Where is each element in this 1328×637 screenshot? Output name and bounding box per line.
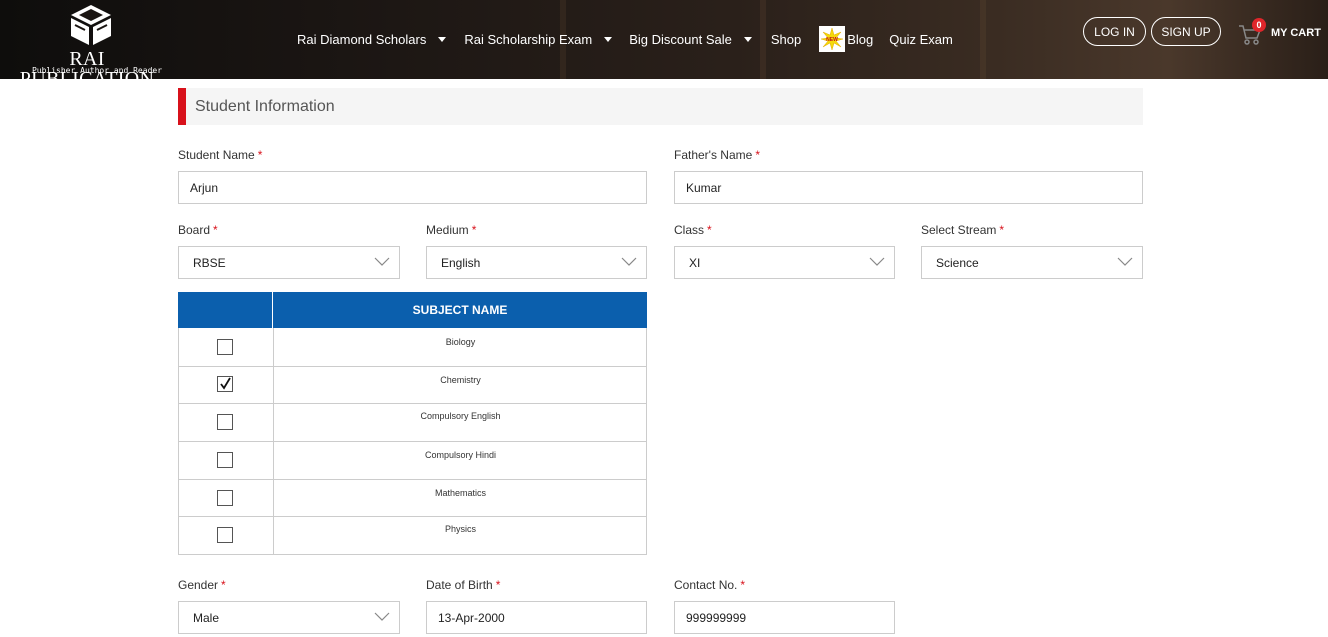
class-select-value: XI [689, 256, 701, 270]
section-accent-bar [178, 88, 186, 125]
nav-item-big-discount-sale[interactable]: Big Discount Sale [629, 32, 752, 47]
subject-name-column-header: SUBJECT NAME [412, 303, 508, 317]
board-select[interactable]: RBSE [178, 246, 400, 279]
cell-divider [273, 480, 274, 516]
section-header: Student Information [178, 88, 1143, 125]
chevron-down-icon [374, 257, 390, 266]
cell-divider [273, 442, 274, 479]
caret-down-icon [743, 36, 752, 42]
login-button[interactable]: LOG IN [1083, 17, 1146, 46]
site-header: RAI PUBLICATION Publisher Author and Rea… [0, 0, 1328, 79]
board-label: Board * [178, 223, 218, 237]
chevron-down-icon [869, 257, 885, 266]
subject-name: Compulsory Hindi [424, 450, 497, 460]
nav-item-rai-scholarship-exam[interactable]: Rai Scholarship Exam [464, 31, 613, 47]
subject-name: Biology [445, 337, 476, 347]
nav-label: Big Discount Sale [629, 31, 732, 47]
subject-checkbox-compulsory-english[interactable] [217, 414, 233, 430]
father-name-input[interactable] [674, 171, 1143, 204]
cube-logo-icon [71, 5, 111, 45]
new-starburst-icon: NEW [819, 26, 846, 52]
subject-row-compulsory-hindi: Compulsory Hindi [178, 442, 647, 480]
nav-label: Quiz Exam [889, 31, 953, 47]
cart-count-badge: 0 [1252, 18, 1266, 32]
subject-checkbox-mathematics[interactable] [217, 490, 233, 506]
nav-label: Rai Scholarship Exam [464, 31, 593, 47]
chevron-down-icon [1117, 257, 1133, 266]
subject-row-physics: Physics [178, 517, 647, 555]
class-label: Class * [674, 223, 712, 237]
student-name-input[interactable] [178, 171, 647, 204]
caret-down-icon [604, 36, 613, 42]
main-nav: Rai Diamond Scholars Rai Scholarship Exa… [297, 26, 953, 52]
subject-row-compulsory-english: Compulsory English [178, 404, 647, 442]
subject-row-mathematics: Mathematics [178, 480, 647, 517]
dob-label: Date of Birth * [426, 578, 501, 592]
contact-label: Contact No. * [674, 578, 746, 592]
cell-divider [273, 367, 274, 403]
logo-subtitle: Publisher Author and Reader [31, 66, 163, 75]
father-name-label: Father's Name * [674, 148, 760, 162]
subject-row-biology: Biology [178, 328, 647, 367]
subject-checkbox-compulsory-hindi[interactable] [217, 452, 233, 468]
site-logo[interactable]: RAI PUBLICATION Publisher Author and Rea… [3, 3, 171, 79]
subject-checkbox-chemistry[interactable] [217, 376, 233, 392]
nav-label: Shop [770, 31, 802, 47]
chevron-down-icon [374, 612, 390, 621]
dob-input[interactable] [426, 601, 647, 634]
background-decoration [980, 0, 986, 79]
class-select[interactable]: XI [674, 246, 895, 279]
checkmark-icon [220, 377, 231, 390]
medium-label: Medium * [426, 223, 477, 237]
svg-text:NEW: NEW [826, 37, 838, 43]
subject-row-chemistry: Chemistry [178, 367, 647, 404]
cell-divider [273, 328, 274, 366]
subject-table-header: SUBJECT NAME [178, 292, 647, 328]
subject-checkbox-physics[interactable] [217, 527, 233, 543]
gender-select[interactable]: Male [178, 601, 400, 634]
subject-checkbox-biology[interactable] [217, 339, 233, 355]
caret-down-icon [438, 36, 447, 42]
stream-label: Select Stream * [921, 223, 1005, 237]
chevron-down-icon [621, 257, 637, 266]
cart-label: MY CART [1271, 27, 1321, 39]
subject-name: Physics [444, 524, 476, 534]
nav-item-shop[interactable]: Shop [771, 32, 801, 47]
student-name-label: Student Name * [178, 148, 263, 162]
nav-item-rai-diamond-scholars[interactable]: Rai Diamond Scholars [297, 31, 447, 47]
subject-name: Chemistry [440, 375, 481, 385]
gender-label: Gender * [178, 578, 226, 592]
nav-label: Rai Diamond Scholars [297, 31, 427, 47]
nav-item-quiz-exam[interactable]: Quiz Exam [889, 32, 953, 47]
stream-select[interactable]: Science [921, 246, 1143, 279]
section-title: Student Information [195, 97, 335, 115]
medium-select-value: English [441, 256, 481, 270]
board-select-value: RBSE [193, 256, 226, 270]
cell-divider [273, 404, 274, 441]
gender-select-value: Male [193, 611, 220, 625]
cell-divider [273, 517, 274, 554]
cart-button[interactable]: 0 MY CART [1238, 18, 1328, 48]
nav-label: Blog [847, 31, 874, 47]
nav-item-blog[interactable]: NEW Blog [819, 26, 873, 52]
signup-button[interactable]: SIGN UP [1151, 17, 1221, 46]
medium-select[interactable]: English [426, 246, 647, 279]
subject-name: Compulsory English [420, 411, 501, 421]
contact-input[interactable] [674, 601, 895, 634]
subject-name: Mathematics [434, 488, 487, 498]
stream-select-value: Science [936, 256, 979, 270]
